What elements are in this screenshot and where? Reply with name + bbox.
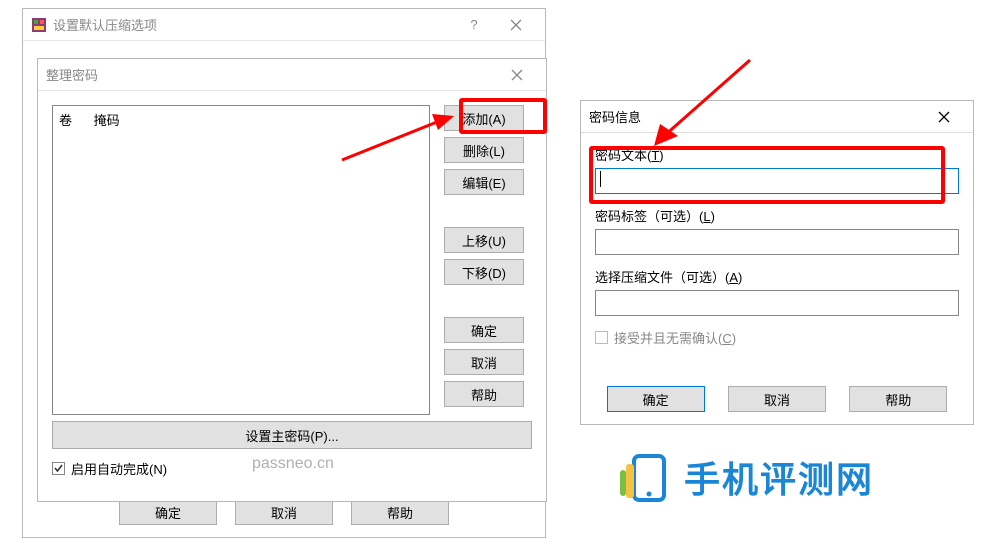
parent-title: 设置默认压缩选项 [53,15,453,34]
col-volume: 卷 [59,113,72,128]
parent-titlebar[interactable]: 设置默认压缩选项 ? [23,9,545,41]
password-list-area: 卷 掩码 [52,105,430,415]
password-list[interactable]: 卷 掩码 [52,105,430,415]
winrar-icon [31,17,47,33]
list-header: 卷 掩码 [59,110,423,129]
info-titlebar[interactable]: 密码信息 [581,101,973,133]
manage-titlebar[interactable]: 整理密码 [38,59,546,91]
move-up-button[interactable]: 上移(U) [444,227,524,253]
master-row: 设置主密码(P)... [38,415,546,455]
delete-button[interactable]: 删除(L) [444,137,524,163]
brand-text: 手机评测网 [684,451,874,503]
archive-label: 选择压缩文件（可选）(A) [595,267,959,286]
password-text-field[interactable] [595,168,959,194]
accept-checkbox[interactable] [595,331,608,344]
info-button-row: 确定 取消 帮助 [581,386,973,412]
password-text-group: 密码文本(T) [595,145,959,194]
move-down-button[interactable]: 下移(D) [444,259,524,285]
cancel-button[interactable]: 取消 [728,386,826,412]
edit-button[interactable]: 编辑(E) [444,169,524,195]
ok-button[interactable]: 确定 [607,386,705,412]
archive-group: 选择压缩文件（可选）(A) [595,267,959,316]
password-tag-group: 密码标签（可选）(L) [595,206,959,255]
help-button[interactable]: 帮助 [444,381,524,407]
col-mask: 掩码 [94,113,120,128]
phone-icon [618,450,672,504]
add-button[interactable]: 添加(A) [444,105,524,131]
manage-body: 卷 掩码 添加(A) 删除(L) 编辑(E) 上移(U) 下移(D) 确定 取消… [38,91,546,415]
close-icon[interactable] [923,101,965,132]
password-info-window: 密码信息 密码文本(T) 密码标签（可选）(L) 选择压缩文件（可选）(A) 接… [580,100,974,425]
accept-label: 接受并且无需确认(C) [614,328,736,347]
set-master-password-button[interactable]: 设置主密码(P)... [52,421,532,449]
ok-button[interactable]: 确定 [444,317,524,343]
password-tag-label: 密码标签（可选）(L) [595,206,959,225]
brand-logo: 手机评测网 [618,450,874,504]
side-buttons: 添加(A) 删除(L) 编辑(E) 上移(U) 下移(D) 确定 取消 帮助 [444,105,532,415]
caret-icon [600,171,601,187]
cancel-button[interactable]: 取消 [235,499,333,525]
help-button[interactable]: 帮助 [351,499,449,525]
info-title: 密码信息 [589,107,923,126]
watermark-text: passneo.cn [252,455,334,473]
manage-title: 整理密码 [46,65,496,84]
close-icon[interactable] [496,59,538,90]
close-icon[interactable] [495,9,537,40]
password-tag-field[interactable] [595,229,959,255]
parent-button-row: 确定 取消 帮助 [23,499,545,525]
cancel-button[interactable]: 取消 [444,349,524,375]
manage-passwords-window: 整理密码 卷 掩码 添加(A) 删除(L) 编辑(E) 上移(U) 下移(D) … [37,58,547,502]
accept-row: 接受并且无需确认(C) [595,328,959,347]
help-icon[interactable]: ? [453,9,495,40]
auto-complete-checkbox[interactable] [52,462,65,475]
password-text-label: 密码文本(T) [595,145,959,164]
archive-field[interactable] [595,290,959,316]
help-button[interactable]: 帮助 [849,386,947,412]
auto-complete-label: 启用自动完成(N) [71,459,167,478]
ok-button[interactable]: 确定 [119,499,217,525]
